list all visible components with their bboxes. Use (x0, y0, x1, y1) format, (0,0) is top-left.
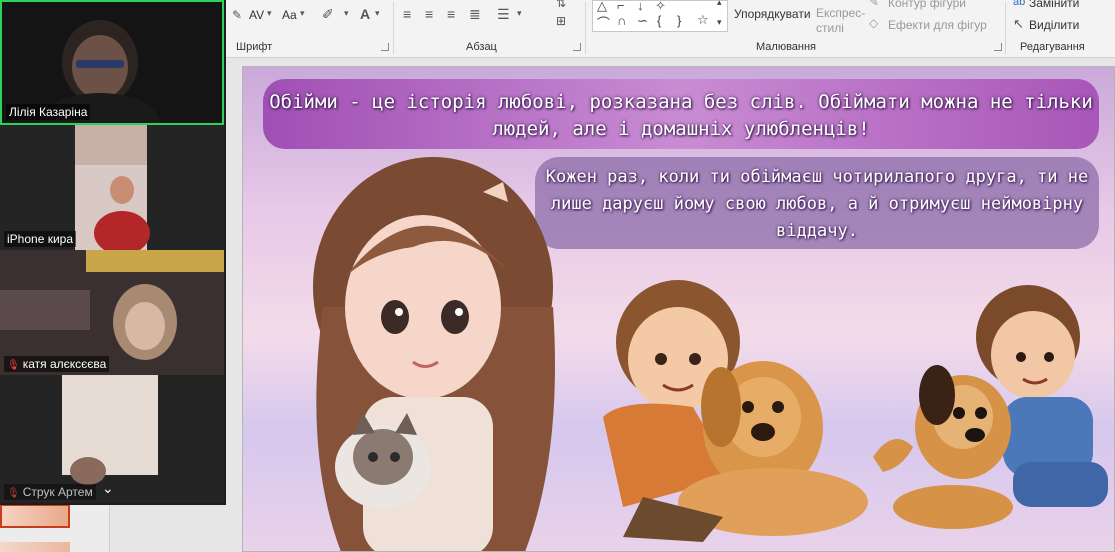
ribbon-separator (393, 2, 394, 54)
replace-button[interactable]: Замінити (1029, 0, 1079, 10)
chevron-down-icon[interactable]: ▾ (517, 8, 522, 19)
app-window: ✎ AV ▾ Aa ▾ ✐ ▾ A ▾ Шрифт ≡ ≡ ≡ ≣ ☰ ▾ ⇅ … (0, 0, 1115, 552)
participant-name: iPhone кира (4, 231, 76, 247)
mic-muted-icon: 🎙 (7, 488, 20, 499)
shape-outline-icon[interactable]: ✎ (869, 0, 879, 9)
highlight-icon[interactable]: ✐ (322, 6, 334, 23)
shape-effects-button[interactable]: Ефекти для фігур (888, 18, 987, 32)
boy-hugging-puppy-illustration (873, 285, 1108, 529)
select-button[interactable]: Виділити (1029, 18, 1079, 32)
video-tile[interactable]: 🎙 катя алєксєєва (0, 250, 224, 375)
video-tile-active[interactable]: Лілія Казаріна (0, 0, 224, 125)
arc-shape-icon[interactable]: ⌒ (597, 13, 610, 32)
chevron-down-icon[interactable]: ▾ (375, 8, 380, 19)
participant-name: 🎙 катя алєксєєва (4, 356, 110, 372)
slide-thumbnail-selected[interactable] (0, 504, 70, 528)
drawing-dialog-launcher[interactable] (994, 43, 1002, 51)
shape-effects-icon[interactable]: ◇ (869, 16, 878, 30)
star-shape-icon[interactable]: ☆ (697, 12, 709, 28)
participant-name: Лілія Казаріна (6, 104, 91, 120)
girl-with-kitten-illustration (313, 157, 555, 551)
slide-text-pets[interactable]: Кожен раз, коли ти обіймаєш чотирилапого… (543, 164, 1091, 245)
shape-outline-button[interactable]: Контур фігури (888, 0, 966, 10)
columns-icon[interactable]: ☰ (497, 6, 510, 23)
font-dialog-launcher[interactable] (381, 43, 389, 51)
arrow-down-shape-icon[interactable]: ↓ (637, 0, 644, 13)
replace-icon[interactable]: ab (1013, 0, 1025, 8)
chevron-down-icon[interactable]: ▾ (300, 8, 305, 19)
curve-shape-icon[interactable]: ∩ (617, 13, 626, 28)
brace-right-shape-icon[interactable]: } (677, 13, 681, 28)
clear-format-icon[interactable]: ✎ (232, 8, 242, 22)
mic-muted-icon: 🎙 (7, 360, 20, 371)
gallery-up-icon[interactable]: ▴ (717, 0, 722, 8)
ribbon-separator (1005, 2, 1006, 54)
align-center-icon[interactable]: ≡ (425, 6, 433, 22)
chevron-down-icon[interactable]: ▾ (344, 8, 349, 19)
star-shape-icon[interactable]: ✧ (655, 0, 666, 14)
triangle-shape-icon[interactable]: △ (597, 0, 607, 14)
arrow-shape-icon[interactable]: ⌐ (617, 0, 625, 13)
character-spacing-button[interactable]: AV (249, 8, 264, 22)
group-label-font: Шрифт (236, 41, 273, 53)
slide-thumbnail[interactable] (0, 542, 70, 552)
slide-canvas[interactable]: Обійми - це історія любові, розказана бе… (242, 66, 1115, 552)
video-tile[interactable]: 🎙 Струк Артем ⌄ (0, 375, 224, 503)
chevron-down-icon[interactable]: ⌄ (102, 480, 114, 497)
brace-left-shape-icon[interactable]: { (657, 13, 661, 28)
group-label-paragraph: Абзац (466, 41, 497, 53)
chevron-down-icon[interactable]: ▾ (267, 8, 272, 19)
paragraph-dialog-launcher[interactable] (573, 43, 581, 51)
shapes-gallery[interactable]: △ ⌐ ↓ ✧ ⌒ ∩ ∽ { } ☆ ▴ ▾ (592, 0, 728, 32)
boy-hugging-dog-illustration (603, 280, 868, 542)
gallery-more-icon[interactable]: ▾ (717, 17, 722, 28)
group-label-drawing: Малювання (756, 41, 817, 53)
participant-name: 🎙 Струк Артем (4, 484, 96, 500)
justify-icon[interactable]: ≣ (469, 6, 481, 23)
smartart-icon[interactable]: ⊞ (556, 14, 566, 28)
group-label-editing: Редагування (1020, 41, 1085, 53)
video-tile[interactable]: iPhone кира (0, 125, 224, 250)
align-left-icon[interactable]: ≡ (403, 6, 411, 22)
quick-styles-button[interactable]: Експрес-стилі (816, 6, 868, 36)
text-direction-icon[interactable]: ⇅ (556, 0, 566, 10)
slide-text-hugs[interactable]: Обійми - це історія любові, розказана бе… (263, 89, 1099, 143)
arrange-button[interactable]: Упорядкувати (734, 7, 811, 21)
font-color-icon[interactable]: A (360, 6, 370, 22)
ribbon-separator (585, 2, 586, 54)
change-case-button[interactable]: Aa (282, 8, 297, 22)
wave-shape-icon[interactable]: ∽ (637, 13, 648, 29)
video-conference-panel: Лілія Казаріна iPhone кира 🎙 катя алєксєє… (0, 0, 226, 505)
align-right-icon[interactable]: ≡ (447, 6, 455, 22)
select-cursor-icon[interactable]: ↖ (1013, 16, 1024, 32)
